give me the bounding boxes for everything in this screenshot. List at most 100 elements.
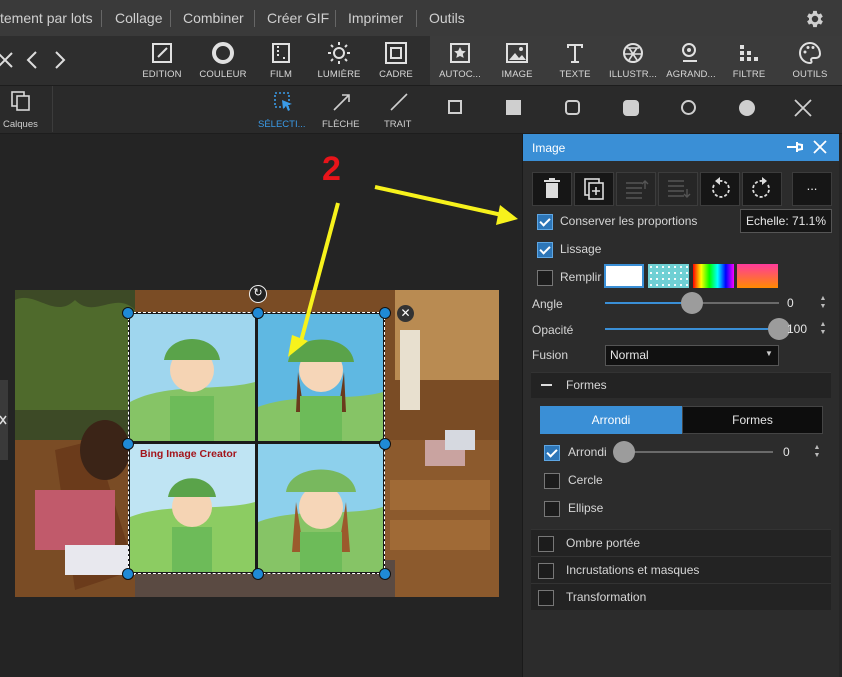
tool-label: OUTILS [792,69,828,80]
rounded-rect-filled-icon[interactable] [623,100,639,116]
rotate-left-icon [712,177,730,198]
menu-separator [335,10,336,27]
image-icon [506,43,528,63]
menu-print[interactable]: Imprimer [348,0,403,36]
rectangle-filled-icon[interactable] [506,100,521,115]
tool-autocorrect[interactable]: AUTOC... [431,36,489,85]
close-icon[interactable] [793,98,813,123]
close-icon[interactable] [0,50,14,75]
resize-handle[interactable] [252,568,264,580]
layers-icon[interactable] [10,90,32,117]
resize-handle[interactable] [252,307,264,319]
send-backward-icon [668,180,691,198]
select-tool-label[interactable]: SÉLECTI... [258,119,306,130]
line-tool-icon[interactable] [388,91,410,118]
pin-icon[interactable] [785,139,805,160]
line-tool-label[interactable]: TRAIT [384,119,411,130]
rounded-value[interactable]: 0 [783,445,790,459]
rotate-left-button[interactable] [700,172,740,206]
filter-icon [740,45,758,61]
forward-icon[interactable] [54,50,66,75]
rounded-slider-knob[interactable] [613,441,635,463]
transform-checkbox[interactable] [538,590,554,606]
circle-filled-icon[interactable] [739,100,755,116]
arrow-tool-label[interactable]: FLÈCHE [322,119,359,130]
tab-rounded[interactable]: Arrondi [540,406,682,434]
blend-mode-select[interactable]: Normal ▼ [605,345,779,366]
circle-outline-icon[interactable] [681,100,696,115]
ellipse-label: Ellipse [568,501,604,515]
fill-gradient-swatch-2[interactable] [737,264,778,288]
bring-forward-button[interactable] [616,172,656,206]
menu-separator [101,10,102,27]
tool-illustration[interactable]: ILLUSTR... [604,36,662,85]
arrow-tool-icon[interactable] [331,91,353,118]
close-icon[interactable] [813,140,827,159]
angle-value[interactable]: 0 [787,296,794,310]
fill-color-swatch[interactable] [604,264,644,288]
rounded-rect-outline-icon[interactable] [565,100,580,115]
angle-spinner-icon[interactable]: ▲ ▼ [819,295,827,311]
tool-film[interactable]: FILM [252,36,310,85]
resize-handle[interactable] [379,568,391,580]
tool-frame[interactable]: CADRE [367,36,425,85]
menu-batch-processing[interactable]: tement par lots [0,0,93,36]
resize-handle[interactable] [379,438,391,450]
scale-readout: Echelle: 71.1% [740,209,832,233]
angle-slider-fill [605,302,692,304]
layers-label[interactable]: Calques [3,119,38,130]
resize-handle[interactable] [122,307,134,319]
ellipse-checkbox[interactable] [544,501,560,517]
transform-section[interactable]: Transformation [531,583,831,610]
duplicate-icon [584,178,604,200]
more-options-button[interactable]: ... [792,172,832,206]
fill-checkbox[interactable] [537,270,553,286]
inlays-section[interactable]: Incrustations et masques [531,556,831,583]
tool-text[interactable]: TEXTE [546,36,604,85]
rounded-checkbox[interactable] [544,445,560,461]
circle-label: Cercle [568,473,603,487]
rounded-spinner-icon[interactable]: ▲ ▼ [813,444,821,460]
circle-checkbox[interactable] [544,473,560,489]
menu-tools[interactable]: Outils [429,0,465,36]
delete-button[interactable] [532,172,572,206]
tab-shapes[interactable]: Formes [682,406,823,434]
inlays-checkbox[interactable] [538,563,554,579]
tool-enlarge[interactable]: AGRAND... [662,36,720,85]
tool-light[interactable]: LUMIÈRE [310,36,368,85]
duplicate-button[interactable] [574,172,614,206]
fill-gradient-swatch[interactable] [693,264,734,288]
smoothing-checkbox[interactable] [537,242,553,258]
opacity-spinner-icon[interactable]: ▲ ▼ [819,321,827,337]
selection-icon[interactable] [273,91,295,118]
menu-collage[interactable]: Collage [115,0,162,36]
tool-edition[interactable]: EDITION [133,36,191,85]
menu-create-gif[interactable]: Créer GIF [267,0,329,36]
fill-pattern-swatch[interactable] [648,264,689,288]
resize-handle[interactable] [122,438,134,450]
keep-ratio-checkbox[interactable] [537,214,553,230]
tool-image[interactable]: IMAGE [488,36,546,85]
opacity-value[interactable]: 100 [787,322,807,336]
shadow-section[interactable]: Ombre portée [531,529,831,556]
illustration-icon [623,43,643,63]
resize-handle[interactable] [122,568,134,580]
back-icon[interactable] [26,50,38,75]
panel-title: Image [532,141,566,155]
tool-color[interactable]: COULEUR [194,36,252,85]
side-panel-handle[interactable] [0,380,8,460]
rotate-right-button[interactable] [742,172,782,206]
shadow-checkbox[interactable] [538,536,554,552]
shapes-section-header[interactable]: Formes [531,372,831,398]
angle-slider-knob[interactable] [681,292,703,314]
menu-combine[interactable]: Combiner [183,0,244,36]
rotate-handle-icon[interactable]: ↻ [249,285,267,303]
divider [52,86,53,132]
rounded-slider-track[interactable] [623,451,773,453]
rectangle-outline-icon[interactable] [448,100,462,114]
gear-icon[interactable] [804,8,826,35]
send-backward-button[interactable] [658,172,698,206]
tool-tools[interactable]: OUTILS [781,36,839,85]
blend-mode-value: Normal [610,348,649,362]
tool-filter[interactable]: FILTRE [720,36,778,85]
